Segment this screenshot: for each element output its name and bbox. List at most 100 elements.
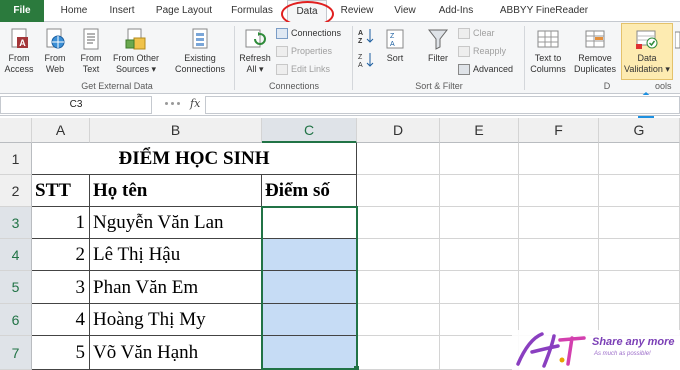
name-cell[interactable]: Phan Văn Em [90, 271, 262, 304]
ribbon: A From Access From Web From Text From Ot… [0, 22, 680, 94]
column-header-d[interactable]: D [357, 118, 440, 143]
header-cell-stt[interactable]: STT [32, 175, 90, 207]
empty-cell[interactable] [599, 271, 680, 304]
row-header-3[interactable]: 3 [0, 207, 32, 239]
tab-file[interactable]: File [0, 0, 44, 22]
empty-cell[interactable] [519, 143, 599, 175]
empty-cell[interactable] [519, 175, 599, 207]
access-icon: A [11, 28, 28, 48]
column-header-e[interactable]: E [440, 118, 519, 143]
empty-cell[interactable] [357, 239, 440, 271]
score-cell[interactable] [262, 336, 357, 370]
edit-links-command[interactable]: Edit Links [276, 62, 330, 76]
refresh-all-button[interactable]: Refresh All ▾ [236, 24, 274, 75]
fill-handle[interactable] [354, 366, 359, 370]
from-access-button[interactable]: A From Access [2, 24, 36, 75]
column-header-f[interactable]: F [519, 118, 599, 143]
sort-descending-button[interactable]: Z A [358, 52, 376, 69]
watermark-tagline: Share any more [592, 336, 675, 348]
row-header-4[interactable]: 4 [0, 239, 32, 271]
score-cell[interactable] [262, 239, 357, 271]
data-validation-button[interactable]: Data Validation ▾ [621, 23, 673, 80]
filter-button[interactable]: Filter [422, 24, 454, 64]
group-label-get-external-data: Get External Data [81, 81, 153, 91]
empty-cell[interactable] [440, 175, 519, 207]
tab-add-ins[interactable]: Add-Ins [432, 0, 480, 22]
from-other-sources-button[interactable]: From Other Sources ▾ [108, 24, 164, 75]
formula-bar: C3 fx [0, 95, 680, 116]
title-cell[interactable]: ĐIỂM HỌC SINH [32, 143, 357, 175]
advanced-filter-command[interactable]: Advanced [458, 62, 513, 76]
score-cell[interactable] [262, 207, 357, 239]
empty-cell[interactable] [357, 175, 440, 207]
row-header-1[interactable]: 1 [0, 143, 32, 175]
empty-cell[interactable] [599, 207, 680, 239]
connections-command[interactable]: Connections [276, 26, 341, 40]
score-cell[interactable] [262, 271, 357, 304]
name-cell[interactable]: Lê Thị Hậu [90, 239, 262, 271]
empty-cell[interactable] [440, 207, 519, 239]
select-all-corner[interactable] [0, 118, 32, 143]
stt-cell[interactable]: 2 [32, 239, 90, 271]
tab-review[interactable]: Review [336, 0, 378, 22]
svg-text:A: A [358, 30, 363, 37]
empty-cell[interactable] [357, 143, 440, 175]
tab-insert[interactable]: Insert [100, 0, 144, 22]
row-header-5[interactable]: 5 [0, 271, 32, 304]
properties-command[interactable]: Properties [276, 44, 332, 58]
row-header-6[interactable]: 6 [0, 304, 32, 336]
tab-abbyy-finereader[interactable]: ABBYY FineReader 11 [494, 0, 594, 38]
name-box[interactable]: C3 [0, 96, 152, 114]
empty-cell[interactable] [599, 239, 680, 271]
empty-cell[interactable] [599, 175, 680, 207]
stt-cell[interactable]: 5 [32, 336, 90, 370]
column-header-c[interactable]: C [262, 118, 357, 143]
empty-cell[interactable] [519, 207, 599, 239]
stt-cell[interactable]: 1 [32, 207, 90, 239]
empty-cell[interactable] [440, 239, 519, 271]
name-cell[interactable]: Hoàng Thị My [90, 304, 262, 336]
column-header-g[interactable]: G [599, 118, 680, 143]
sort-button[interactable]: Z A Sort [380, 24, 410, 64]
header-cell-score[interactable]: Điểm số [262, 175, 357, 207]
from-web-button[interactable]: From Web [38, 24, 72, 75]
tab-formulas[interactable]: Formulas [226, 0, 278, 22]
empty-cell[interactable] [440, 336, 519, 370]
stt-cell[interactable]: 4 [32, 304, 90, 336]
reapply-filter-command[interactable]: Reapply [458, 44, 506, 58]
empty-cell[interactable] [519, 239, 599, 271]
sort-ascending-button[interactable]: A Z [358, 28, 376, 45]
text-to-columns-button[interactable]: Text to Columns [526, 24, 570, 75]
remove-duplicates-button[interactable]: Remove Duplicates [571, 24, 619, 75]
empty-cell[interactable] [519, 271, 599, 304]
stt-cell[interactable]: 3 [32, 271, 90, 304]
group-label-data-tools: D [603, 81, 611, 91]
sort-za-icon: Z A [358, 53, 374, 69]
existing-connections-button[interactable]: Existing Connections [168, 24, 232, 75]
row-header-7[interactable]: 7 [0, 336, 32, 370]
empty-cell[interactable] [440, 143, 519, 175]
row-header-2[interactable]: 2 [0, 175, 32, 207]
score-cell[interactable] [262, 304, 357, 336]
empty-cell[interactable] [440, 271, 519, 304]
column-header-b[interactable]: B [90, 118, 262, 143]
name-cell[interactable]: Võ Văn Hạnh [90, 336, 262, 370]
empty-cell[interactable] [357, 271, 440, 304]
empty-cell[interactable] [599, 143, 680, 175]
column-header-a[interactable]: A [32, 118, 90, 143]
consolidate-button-partial[interactable] [675, 30, 680, 60]
header-cell-name[interactable]: Họ tên [90, 175, 262, 207]
insert-function-button[interactable]: fx [190, 97, 200, 110]
empty-cell[interactable] [440, 304, 519, 336]
clear-filter-icon [458, 28, 470, 40]
clear-filter-command[interactable]: Clear [458, 26, 495, 40]
empty-cell[interactable] [357, 304, 440, 336]
tab-page-layout[interactable]: Page Layout [150, 0, 218, 22]
formula-input[interactable] [205, 96, 680, 114]
empty-cell[interactable] [357, 336, 440, 370]
tab-home[interactable]: Home [52, 0, 96, 22]
name-cell[interactable]: Nguyễn Văn Lan [90, 207, 262, 239]
from-text-button[interactable]: From Text [74, 24, 108, 75]
empty-cell[interactable] [357, 207, 440, 239]
tab-view[interactable]: View [386, 0, 424, 22]
